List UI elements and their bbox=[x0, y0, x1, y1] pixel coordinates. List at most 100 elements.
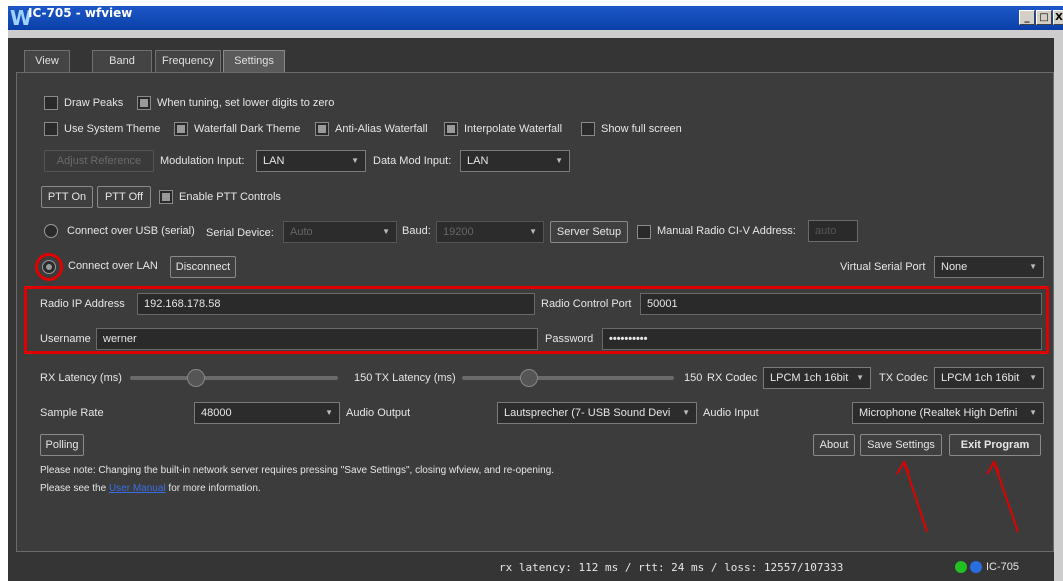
full-screen-checkbox[interactable] bbox=[581, 122, 595, 136]
chevron-down-icon: ▼ bbox=[529, 227, 537, 236]
enable-ptt-label: Enable PTT Controls bbox=[179, 191, 281, 203]
baud-select[interactable]: 19200 ▼ bbox=[436, 221, 544, 243]
tx-latency-value: 150 bbox=[684, 372, 703, 384]
tx-latency-label: TX Latency (ms) bbox=[375, 372, 456, 384]
rx-latency-slider-handle[interactable] bbox=[187, 369, 205, 387]
tab-settings[interactable]: Settings bbox=[223, 50, 285, 72]
maximize-button[interactable]: □ bbox=[1036, 10, 1052, 25]
arrow-to-exit-program bbox=[993, 461, 1019, 533]
tab-band[interactable]: Band bbox=[92, 50, 152, 72]
tx-codec-value: LPCM 1ch 16bit bbox=[941, 372, 1020, 384]
rx-latency-value: 150 bbox=[354, 372, 373, 384]
usb-connect-radio[interactable] bbox=[44, 224, 58, 238]
status-latency-text: rx latency: 112 ms / rtt: 24 ms / loss: … bbox=[499, 561, 844, 574]
audio-output-select[interactable]: Lautsprecher (7- USB Sound Devi ▼ bbox=[497, 402, 697, 424]
baud-label: Baud: bbox=[402, 225, 431, 237]
app-logo-icon: W bbox=[10, 6, 33, 30]
audio-input-select[interactable]: Microphone (Realtek High Defini ▼ bbox=[852, 402, 1044, 424]
ptt-off-button[interactable]: PTT Off bbox=[97, 186, 151, 208]
chevron-down-icon: ▼ bbox=[1029, 408, 1037, 417]
about-button[interactable]: About bbox=[813, 434, 855, 456]
tx-codec-select[interactable]: LPCM 1ch 16bit ▼ bbox=[934, 367, 1044, 389]
chevron-down-icon: ▼ bbox=[325, 408, 333, 417]
serial-device-value: Auto bbox=[290, 226, 313, 238]
sample-rate-value: 48000 bbox=[201, 407, 232, 419]
arrow-to-save-settings bbox=[903, 461, 928, 533]
network-note: Please note: Changing the built-in netwo… bbox=[40, 465, 555, 476]
audio-input-value: Microphone (Realtek High Defini bbox=[859, 407, 1018, 419]
baud-value: 19200 bbox=[443, 226, 474, 238]
adjust-reference-button[interactable]: Adjust Reference bbox=[44, 150, 154, 172]
interpolate-checkbox[interactable] bbox=[444, 122, 458, 136]
interpolate-label: Interpolate Waterfall bbox=[464, 123, 563, 135]
modulation-input-label: Modulation Input: bbox=[160, 155, 245, 167]
disconnect-button[interactable]: Disconnect bbox=[170, 256, 236, 278]
draw-peaks-label: Draw Peaks bbox=[64, 97, 124, 109]
connection-status-led-green bbox=[955, 561, 967, 573]
virtual-serial-select[interactable]: None ▼ bbox=[934, 256, 1044, 278]
rx-latency-label: RX Latency (ms) bbox=[40, 372, 122, 384]
chevron-down-icon: ▼ bbox=[682, 408, 690, 417]
rx-codec-select[interactable]: LPCM 1ch 16bit ▼ bbox=[763, 367, 871, 389]
title-bar[interactable]: W IC-705 - wfview _ □ X bbox=[8, 6, 1063, 30]
usb-connect-label: Connect over USB (serial) bbox=[67, 225, 195, 237]
tab-frequency[interactable]: Frequency bbox=[155, 50, 221, 72]
arrow-annotations bbox=[896, 459, 1019, 533]
connection-status-led-blue bbox=[970, 561, 982, 573]
serial-device-select[interactable]: Auto ▼ bbox=[283, 221, 397, 243]
tx-codec-label: TX Codec bbox=[879, 372, 928, 384]
system-theme-checkbox[interactable] bbox=[44, 122, 58, 136]
rx-codec-label: RX Codec bbox=[707, 372, 758, 384]
manual-civ-label: Manual Radio CI-V Address: bbox=[657, 225, 796, 237]
waterfall-dark-checkbox[interactable] bbox=[174, 122, 188, 136]
virtual-serial-value: None bbox=[941, 261, 968, 273]
chevron-down-icon: ▼ bbox=[555, 156, 563, 165]
lower-digits-label: When tuning, set lower digits to zero bbox=[157, 97, 335, 109]
radio-model-label: IC-705 bbox=[986, 561, 1020, 573]
audio-input-label: Audio Input bbox=[703, 407, 759, 419]
network-fields-highlight-annotation bbox=[24, 286, 1049, 354]
status-bar: rx latency: 112 ms / rtt: 24 ms / loss: … bbox=[16, 553, 1054, 581]
modulation-input-select[interactable]: LAN ▼ bbox=[256, 150, 366, 172]
ptt-on-button[interactable]: PTT On bbox=[41, 186, 93, 208]
waterfall-dark-label: Waterfall Dark Theme bbox=[194, 123, 301, 135]
manual-note: Please see the User Manual for more info… bbox=[40, 480, 261, 498]
lan-connect-label: Connect over LAN bbox=[68, 260, 158, 272]
data-mod-input-value: LAN bbox=[467, 155, 489, 167]
minimize-button[interactable]: _ bbox=[1019, 10, 1035, 25]
window-title: IC-705 - wfview bbox=[28, 6, 133, 20]
user-manual-link[interactable]: User Manual bbox=[109, 483, 166, 494]
audio-output-value: Lautsprecher (7- USB Sound Devi bbox=[504, 407, 671, 419]
rx-latency-slider[interactable] bbox=[130, 376, 338, 380]
close-button[interactable]: X bbox=[1053, 10, 1063, 25]
chevron-down-icon: ▼ bbox=[1029, 373, 1037, 382]
full-screen-label: Show full screen bbox=[601, 123, 682, 135]
sample-rate-label: Sample Rate bbox=[40, 407, 104, 419]
virtual-serial-label: Virtual Serial Port bbox=[840, 261, 926, 273]
civ-address-input[interactable]: auto bbox=[808, 220, 858, 242]
draw-peaks-checkbox[interactable] bbox=[44, 96, 58, 110]
chevron-down-icon: ▼ bbox=[1029, 262, 1037, 271]
anti-alias-label: Anti-Alias Waterfall bbox=[335, 123, 428, 135]
chevron-down-icon: ▼ bbox=[856, 373, 864, 382]
sample-rate-select[interactable]: 48000 ▼ bbox=[194, 402, 340, 424]
radio-highlight-annotation bbox=[35, 253, 63, 281]
audio-output-label: Audio Output bbox=[346, 407, 411, 419]
data-mod-input-select[interactable]: LAN ▼ bbox=[460, 150, 570, 172]
tx-latency-slider[interactable] bbox=[462, 376, 674, 380]
chevron-down-icon: ▼ bbox=[351, 156, 359, 165]
enable-ptt-checkbox[interactable] bbox=[159, 190, 173, 204]
polling-button[interactable]: Polling bbox=[40, 434, 84, 456]
rx-codec-value: LPCM 1ch 16bit bbox=[770, 372, 849, 384]
tab-view[interactable]: View bbox=[24, 50, 70, 72]
anti-alias-checkbox[interactable] bbox=[315, 122, 329, 136]
manual-civ-checkbox[interactable] bbox=[637, 225, 651, 239]
chevron-down-icon: ▼ bbox=[382, 227, 390, 236]
system-theme-label: Use System Theme bbox=[64, 123, 161, 135]
lower-digits-checkbox[interactable] bbox=[137, 96, 151, 110]
data-mod-input-label: Data Mod Input: bbox=[373, 155, 452, 167]
manual-note-suffix: for more information. bbox=[165, 483, 261, 494]
serial-device-label: Serial Device: bbox=[206, 227, 274, 239]
server-setup-button[interactable]: Server Setup bbox=[550, 221, 628, 243]
modulation-input-value: LAN bbox=[263, 155, 285, 167]
